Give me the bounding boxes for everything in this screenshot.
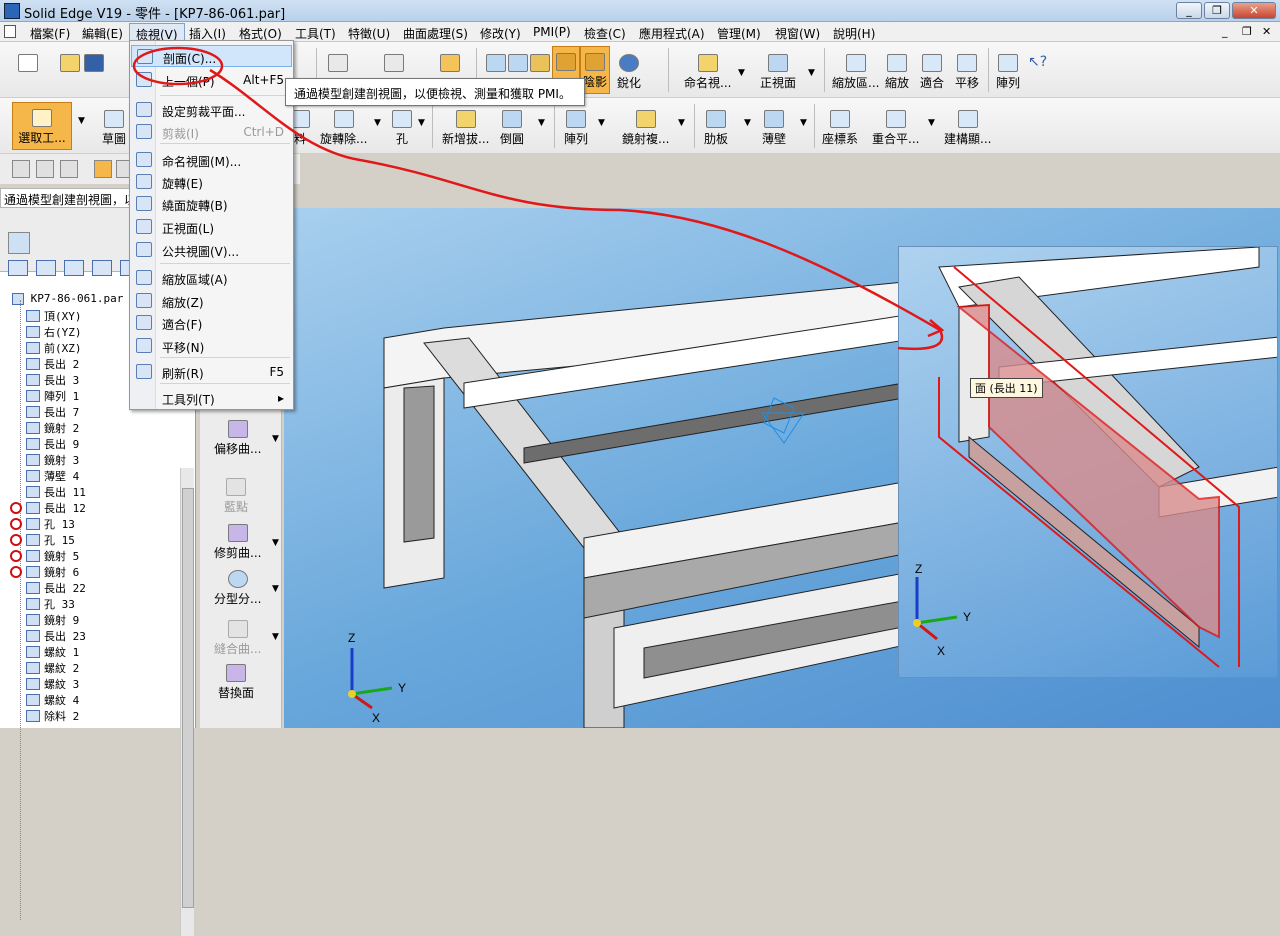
annotation-circle [132, 46, 224, 86]
annotation-overlay [132, 46, 945, 351]
annotation-arrow [209, 68, 941, 332]
